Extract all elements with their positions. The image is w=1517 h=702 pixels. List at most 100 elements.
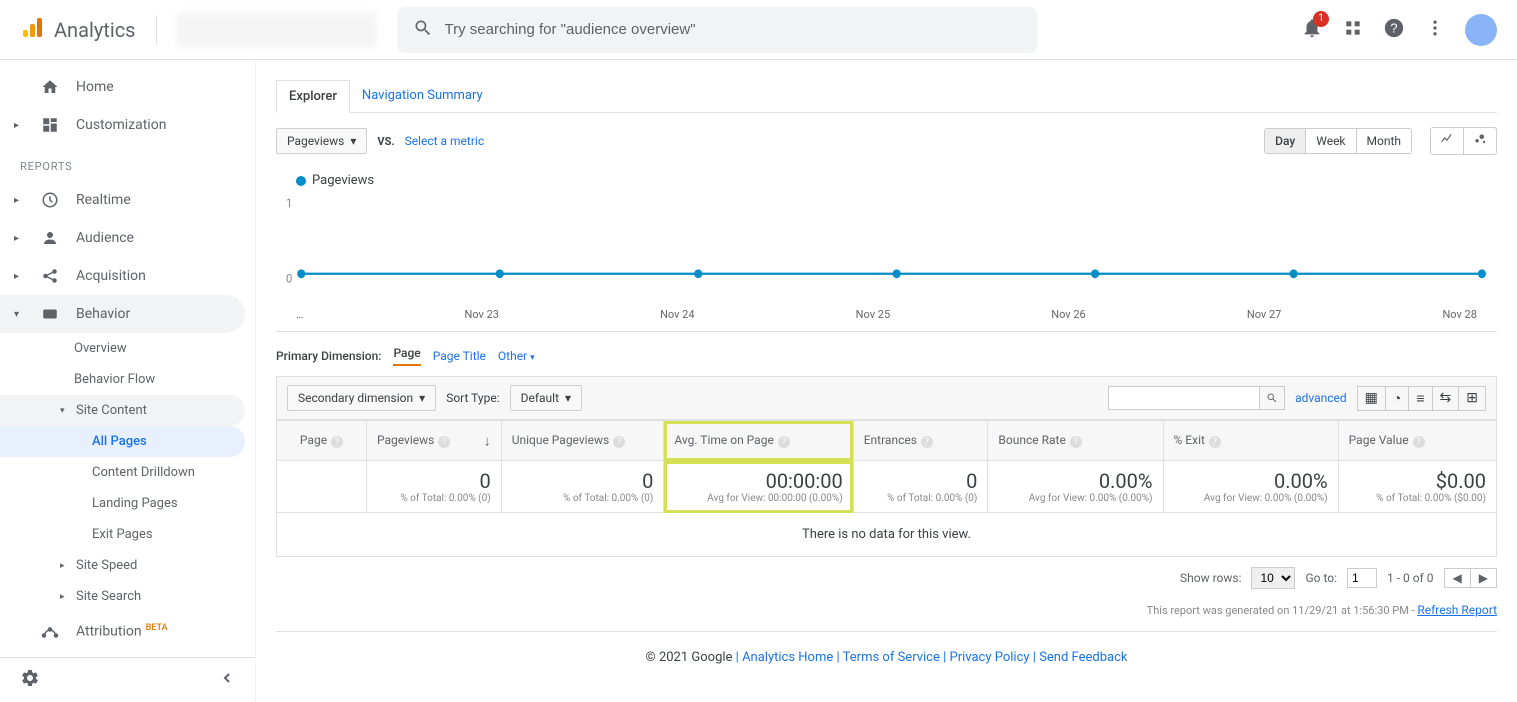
- tab-navigation-summary[interactable]: Navigation Summary: [350, 80, 495, 112]
- table-header-row: Page? Pageviews?↓ Unique Pageviews? Avg.…: [277, 421, 1497, 461]
- notifications-button[interactable]: 1: [1301, 17, 1323, 43]
- account-selector[interactable]: [177, 12, 377, 48]
- nav-behavior-overview[interactable]: Overview: [0, 333, 255, 364]
- goto-input[interactable]: [1347, 568, 1377, 588]
- nav-behavior-flow[interactable]: Behavior Flow: [0, 364, 255, 395]
- summary-cell: $0.00% of Total: 0.00% ($0.00): [1338, 461, 1496, 513]
- sort-type-dropdown[interactable]: Default ▾: [510, 385, 582, 411]
- search-box[interactable]: [397, 7, 1037, 53]
- sort-type-label: Sort Type:: [446, 391, 499, 405]
- table-view-icon[interactable]: ▦: [1358, 387, 1386, 410]
- rows-select[interactable]: 10: [1251, 567, 1295, 589]
- nav-label: AttributionBETA: [76, 623, 168, 640]
- nav-site-content[interactable]: ▾ Site Content: [0, 395, 245, 426]
- time-granularity-toggle: Day Week Month: [1264, 128, 1412, 154]
- nav-behavior[interactable]: ▾ Behavior: [0, 295, 245, 333]
- toggle-day[interactable]: Day: [1265, 129, 1306, 153]
- col-pageviews[interactable]: Pageviews?↓: [367, 421, 502, 461]
- nav-home[interactable]: Home: [0, 68, 245, 106]
- y-tick-1: 1: [286, 196, 292, 210]
- notification-badge: 1: [1313, 11, 1329, 27]
- search-input[interactable]: [445, 21, 1021, 38]
- advanced-link[interactable]: advanced: [1295, 391, 1347, 405]
- chart-x-axis: … Nov 23 Nov 24 Nov 25 Nov 26 Nov 27 Nov…: [286, 300, 1487, 321]
- footer-link[interactable]: Send Feedback: [1039, 650, 1127, 665]
- refresh-report-link[interactable]: Refresh Report: [1417, 603, 1497, 617]
- nav-audience[interactable]: ▸ Audience: [0, 219, 245, 257]
- copyright: © 2021 Google: [646, 650, 733, 665]
- toggle-week[interactable]: Week: [1306, 129, 1356, 153]
- no-data-message: There is no data for this view.: [276, 513, 1497, 557]
- dim-page[interactable]: Page: [393, 346, 420, 366]
- nav-acquisition[interactable]: ▸ Acquisition: [0, 257, 245, 295]
- chevron-right-icon: ▸: [14, 195, 24, 206]
- nav-realtime[interactable]: ▸ Realtime: [0, 181, 245, 219]
- nav-landing-pages[interactable]: Landing Pages: [0, 488, 245, 519]
- nav-exit-pages[interactable]: Exit Pages: [0, 519, 245, 550]
- pie-view-icon[interactable]: ◔: [1386, 387, 1409, 410]
- nav-all-pages[interactable]: All Pages: [0, 426, 245, 457]
- comparison-view-icon[interactable]: ⇆: [1433, 387, 1460, 410]
- nav-customization[interactable]: ▸ Customization: [0, 106, 245, 144]
- secondary-dimension-dropdown[interactable]: Secondary dimension ▾: [287, 385, 436, 411]
- nav-label: Customization: [76, 117, 166, 133]
- clock-icon: [40, 191, 60, 209]
- dim-other[interactable]: Other ▾: [498, 349, 535, 363]
- summary-cell-highlighted: 00:00:00Avg for View: 00:00:00 (0.00%): [664, 461, 853, 513]
- col-page-value[interactable]: Page Value?: [1338, 421, 1496, 461]
- report-generated-info: This report was generated on 11/29/21 at…: [276, 599, 1497, 621]
- line-chart-icon[interactable]: [1431, 128, 1464, 154]
- footer: © 2021 Google | Analytics Home | Terms o…: [276, 631, 1497, 683]
- sort-down-icon: ↓: [484, 432, 491, 449]
- help-icon[interactable]: ?: [1383, 17, 1405, 43]
- col-exit[interactable]: % Exit?: [1163, 421, 1338, 461]
- metric-dropdown[interactable]: Pageviews ▾: [276, 128, 367, 154]
- next-page-button[interactable]: ▶: [1471, 569, 1496, 587]
- col-unique-pageviews[interactable]: Unique Pageviews?: [501, 421, 664, 461]
- tab-explorer[interactable]: Explorer: [276, 80, 350, 113]
- nav-label: Site Content: [76, 403, 147, 418]
- dim-page-title[interactable]: Page Title: [433, 349, 486, 363]
- app-title: Analytics: [54, 18, 136, 42]
- nav-label: Home: [76, 79, 114, 95]
- sidebar-footer: [0, 657, 255, 702]
- col-bounce-rate[interactable]: Bounce Rate?: [988, 421, 1163, 461]
- toggle-month[interactable]: Month: [1357, 129, 1411, 153]
- motion-chart-icon[interactable]: [1464, 128, 1496, 154]
- select-metric-link[interactable]: Select a metric: [405, 134, 485, 148]
- chart-type-toggle: [1430, 127, 1497, 155]
- legend-dot-icon: [296, 176, 306, 186]
- col-page[interactable]: Page?: [277, 421, 367, 461]
- nav-attribution[interactable]: AttributionBETA: [0, 612, 245, 650]
- footer-link[interactable]: Privacy Policy: [950, 650, 1030, 665]
- table-search-button[interactable]: [1259, 387, 1284, 409]
- apps-icon[interactable]: [1343, 18, 1363, 42]
- chart-area: Pageviews 1 0 … Nov 23 Nov 24 Nov 25: [276, 169, 1497, 331]
- admin-gear-icon[interactable]: [20, 668, 40, 692]
- chevron-right-icon: ▸: [60, 592, 68, 602]
- analytics-logo-icon: [20, 16, 44, 44]
- footer-link[interactable]: Terms of Service: [843, 650, 940, 665]
- metric-label: Pageviews: [287, 134, 344, 148]
- table-search-input[interactable]: [1109, 387, 1259, 409]
- nav-label: Site Search: [76, 589, 141, 604]
- x-label: Nov 26: [1051, 308, 1085, 321]
- goto-label: Go to:: [1305, 571, 1337, 585]
- summary-cell: [277, 461, 367, 513]
- col-avg-time[interactable]: Avg. Time on Page?: [664, 421, 853, 461]
- chevron-right-icon: ▸: [60, 561, 68, 571]
- x-label: Nov 24: [660, 308, 694, 321]
- prev-page-button[interactable]: ◀: [1445, 569, 1471, 587]
- bar-view-icon[interactable]: ≡: [1409, 387, 1432, 410]
- collapse-sidebar-icon[interactable]: [219, 670, 235, 690]
- col-entrances[interactable]: Entrances?: [853, 421, 988, 461]
- user-avatar[interactable]: [1465, 14, 1497, 46]
- footer-link[interactable]: Analytics Home: [742, 650, 833, 665]
- more-icon[interactable]: [1425, 18, 1445, 42]
- nav-site-search[interactable]: ▸ Site Search: [0, 581, 245, 612]
- nav-site-speed[interactable]: ▸ Site Speed: [0, 550, 245, 581]
- main-content: Explorer Navigation Summary Pageviews ▾ …: [256, 60, 1517, 702]
- pivot-view-icon[interactable]: ⊞: [1459, 387, 1485, 410]
- share-icon: [40, 267, 60, 285]
- nav-content-drilldown[interactable]: Content Drilldown: [0, 457, 245, 488]
